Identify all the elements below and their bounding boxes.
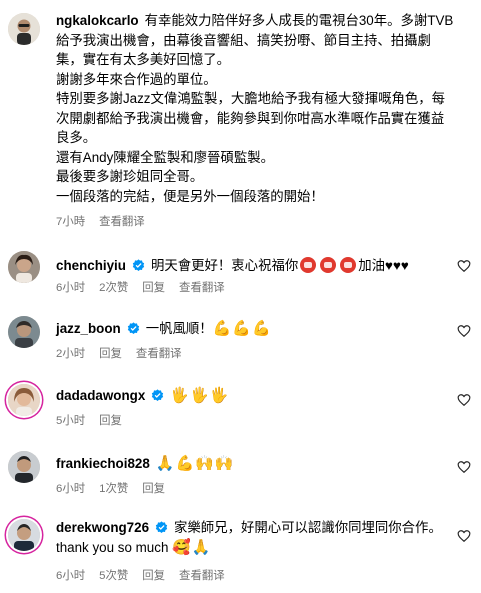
folded-hands-emoji-icon: 🙏💪🙌🙌 xyxy=(155,455,235,472)
comment-body: jazz_boon 一帆風順！💪💪💪 xyxy=(56,319,456,339)
comment-text: 有幸能效力陪伴好多人成長的電視台30年。多謝TVB給予我演出機會，由幕後音響組、… xyxy=(56,13,454,204)
comment-meta: 6小时 2次赞 回复 查看翻译 xyxy=(56,279,225,295)
smiling-face-with-hearts-emoji-icon: 🥰🙏 xyxy=(172,538,212,556)
comment-meta: 5小时 回复 xyxy=(56,412,122,428)
likes-count[interactable]: 1次赞 xyxy=(99,480,128,496)
comment-time: 6小时 xyxy=(56,570,86,582)
comment-meta: 7小時 查看翻译 xyxy=(56,213,145,229)
likes-count[interactable]: 5次赞 xyxy=(99,567,128,583)
reply-button[interactable]: 回复 xyxy=(142,279,165,295)
avatar[interactable] xyxy=(8,519,40,551)
avatar[interactable] xyxy=(8,251,40,283)
blessing-emoji-icon xyxy=(340,257,357,273)
likes-count[interactable]: 2次赞 xyxy=(99,279,128,295)
verified-badge-icon xyxy=(152,389,164,401)
comment-text: 明天會更好！衷心祝福你 xyxy=(150,258,299,273)
comment-username[interactable]: frankiechoi828 xyxy=(56,456,150,471)
heart-outline-icon[interactable] xyxy=(457,259,471,273)
translate-link[interactable]: 查看翻译 xyxy=(179,279,225,295)
blessing-emoji-icon xyxy=(300,257,317,273)
heart-outline-icon[interactable] xyxy=(457,529,471,543)
comment-body: frankiechoi828 🙏💪🙌🙌 xyxy=(56,454,456,474)
reply-button[interactable]: 回复 xyxy=(142,480,165,496)
comment-time: 6小时 xyxy=(56,282,86,294)
verified-badge-icon xyxy=(127,322,139,334)
comment-time: 2小时 xyxy=(56,348,86,360)
reply-button[interactable]: 回复 xyxy=(99,345,122,361)
comment-meta: 2小时 回复 查看翻译 xyxy=(56,345,182,361)
blessing-emoji-icon xyxy=(320,257,337,273)
heart-outline-icon[interactable] xyxy=(457,324,471,338)
comment-time: 7小時 xyxy=(56,216,86,228)
comment-body: dadadawongx 🖐🖐🖐 xyxy=(56,386,456,406)
comment-meta: 6小时 1次赞 回复 xyxy=(56,480,165,496)
comment-username[interactable]: chenchiyiu xyxy=(56,258,126,273)
comment-time: 6小时 xyxy=(56,483,86,495)
translate-link[interactable]: 查看翻译 xyxy=(99,213,145,229)
flexed-biceps-emoji-icon: 💪💪💪 xyxy=(212,320,272,337)
verified-badge-icon xyxy=(132,259,145,271)
translate-link[interactable]: 查看翻译 xyxy=(136,345,182,361)
comment-username[interactable]: jazz_boon xyxy=(56,321,121,336)
avatar[interactable] xyxy=(8,384,40,416)
comment-username[interactable]: dadadawongx xyxy=(56,388,145,403)
avatar[interactable] xyxy=(8,451,40,483)
verified-badge-icon xyxy=(155,521,168,533)
heart-outline-icon[interactable] xyxy=(457,393,471,407)
comment-time: 5小时 xyxy=(56,415,86,427)
comment-meta: 6小时 5次赞 回复 查看翻译 xyxy=(56,567,225,583)
comment-body: chenchiyiu 明天會更好！衷心祝福你 加油♥♥♥ xyxy=(56,256,456,276)
comment-body: ngkalokcarlo 有幸能效力陪伴好多人成長的電視台30年。多謝TVB給予我… xyxy=(56,11,456,206)
avatar[interactable] xyxy=(8,316,40,348)
reply-button[interactable]: 回复 xyxy=(99,412,122,428)
comment-body: derekwong726 家樂師兄，好開心可以認識你同埋同你合作。thank yo… xyxy=(56,518,456,557)
comment-text: 加油♥♥♥ xyxy=(358,258,409,273)
comment-text: 一帆風順！ xyxy=(145,321,213,336)
reply-button[interactable]: 回复 xyxy=(142,567,165,583)
heart-outline-icon[interactable] xyxy=(457,460,471,474)
comment-username[interactable]: derekwong726 xyxy=(56,520,149,535)
comment-username[interactable]: ngkalokcarlo xyxy=(56,13,139,28)
avatar[interactable] xyxy=(8,13,40,45)
raised-hand-emoji-icon: 🖐🖐🖐 xyxy=(170,387,230,404)
translate-link[interactable]: 查看翻译 xyxy=(179,567,225,583)
